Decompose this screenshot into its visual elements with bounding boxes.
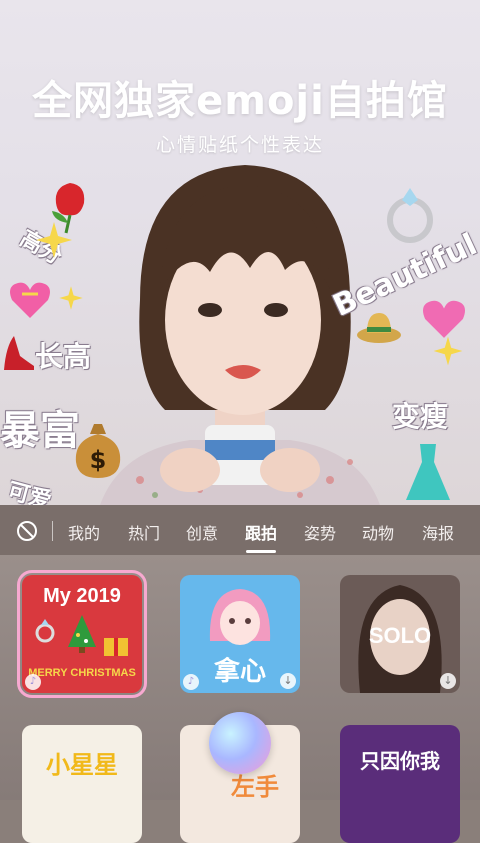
tile-title: 只因你我 [360, 749, 440, 773]
tab-hot[interactable]: 热门 [128, 520, 160, 544]
magic-badge-icon: ♪ [25, 674, 41, 690]
gift-icon [104, 638, 128, 656]
magic-badge-icon: ♪ [183, 674, 199, 690]
hat-icon [357, 313, 401, 343]
active-tab-indicator [246, 550, 276, 553]
category-tabbar: 我的 热门 创意 跟拍 姿势 动物 海报 [0, 505, 480, 555]
ring-icon [35, 619, 55, 643]
page-subtitle: 心情贴纸个性表达 [155, 134, 324, 156]
tab-follow-shoot[interactable]: 跟拍 [245, 520, 277, 544]
sticker-tall: 长高 [35, 340, 92, 373]
sticker-tile-christmas[interactable]: My 2019 MERRY CHRISTMAS ♪ [17, 570, 147, 698]
sticker-tile-solo[interactable]: SOLO ↓ [340, 575, 460, 693]
sparkle-icon [36, 222, 72, 258]
tile-title: 小星星 [46, 751, 118, 779]
tile-title: SOLO [368, 623, 432, 648]
sticker-tile-only-you[interactable]: 只因你我 [340, 725, 460, 843]
sticker-tile-heart-girl[interactable]: 拿心 ♪ ↓ [180, 575, 300, 693]
tab-mine[interactable]: 我的 [68, 520, 100, 544]
sticker-rich: 暴富 [0, 408, 80, 454]
portrait-photo [100, 165, 380, 505]
sticker-tile-little-star[interactable]: 小星星 [22, 725, 142, 843]
tab-pose[interactable]: 姿势 [304, 520, 336, 544]
download-icon[interactable]: ↓ [440, 673, 456, 689]
shutter-button[interactable] [209, 712, 271, 774]
svg-text:$: $ [90, 446, 107, 474]
tile-title: 左手 [231, 773, 279, 801]
heart-icon [423, 300, 465, 338]
download-icon[interactable]: ↓ [280, 673, 296, 689]
page-title: 全网独家emoji自拍馆 [32, 78, 448, 124]
ring-icon [387, 188, 433, 243]
heart-icon [10, 282, 50, 318]
no-filter-icon[interactable] [16, 520, 38, 542]
high-heel-icon [4, 336, 34, 370]
sparkle-icon [433, 336, 463, 366]
tab-divider [52, 521, 53, 541]
tab-animal[interactable]: 动物 [362, 520, 394, 544]
hero-banner: 全网独家emoji自拍馆 心情贴纸个性表达 高分 长高 暴富 $ 可爱 Beau… [0, 0, 480, 505]
christmas-tree-icon [68, 615, 96, 653]
tile-title: My 2019 [43, 585, 121, 607]
sticker-cute: 可爱 [4, 478, 54, 505]
sparkle-icon [59, 286, 83, 310]
dress-icon [406, 444, 450, 500]
sticker-slim: 变瘦 [392, 400, 449, 433]
tab-poster[interactable]: 海报 [422, 520, 454, 544]
girl-illustration [209, 589, 271, 645]
money-bag-icon: $ [75, 424, 121, 478]
tab-creative[interactable]: 创意 [186, 520, 218, 544]
